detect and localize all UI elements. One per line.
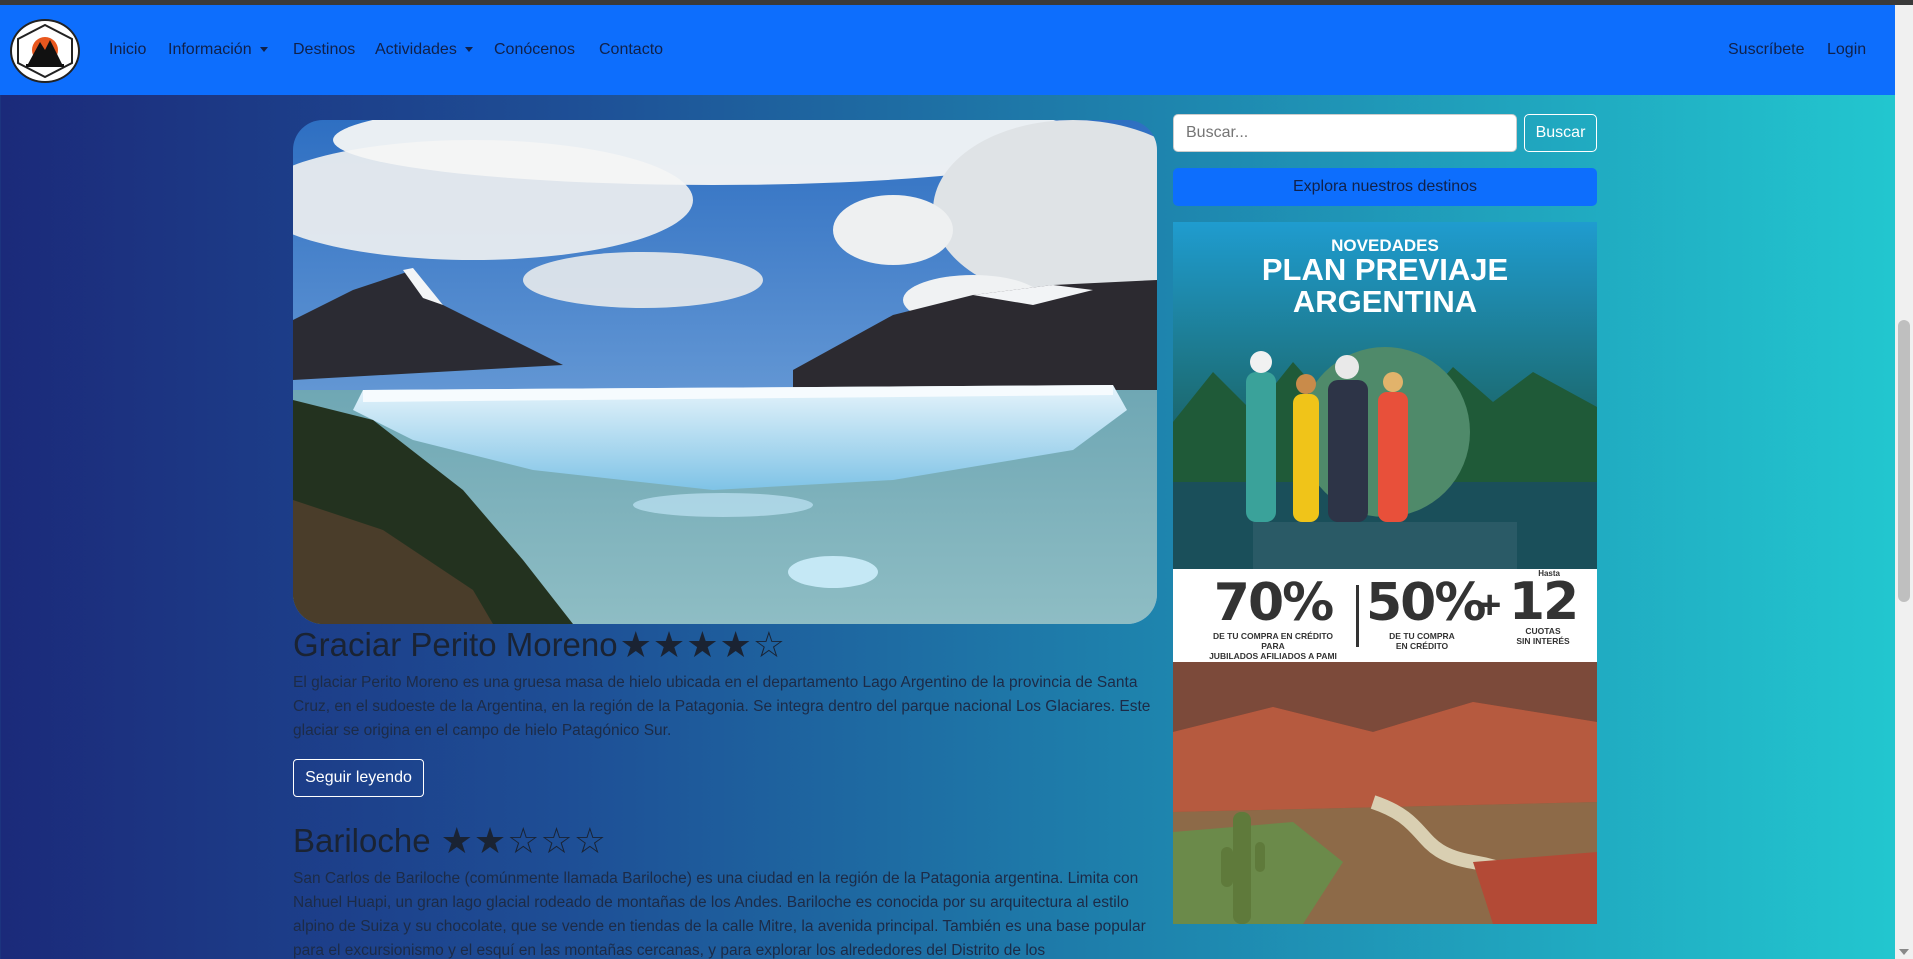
read-more-button[interactable]: Seguir leyendo	[293, 759, 424, 797]
nav-informacion[interactable]: Información	[168, 41, 268, 59]
nav-contacto[interactable]: Contacto	[599, 41, 663, 59]
offer-caption: DE TU COMPRA EN CRÉDITO PARA	[1213, 631, 1333, 651]
article-body: El glaciar Perito Moreno es una gruesa m…	[293, 674, 1151, 739]
site-logo[interactable]	[10, 19, 80, 83]
star-empty-icon: ☆	[573, 820, 606, 861]
offer-caption: JUBILADOS AFILIADOS A PAMI	[1209, 651, 1337, 661]
promo-banner[interactable]: NOVEDADES PLAN PREVIAJE ARGENTINA 70% DE…	[1173, 222, 1597, 924]
star-filled-icon: ★	[440, 820, 473, 861]
offer-value: 50%	[1366, 573, 1486, 633]
star-filled-icon: ★	[619, 624, 652, 665]
glacier-image	[293, 120, 1157, 624]
offer-plus: +	[1478, 583, 1502, 627]
rating-stars: ★ ★ ☆ ☆ ☆	[441, 823, 607, 859]
page-scrollbar[interactable]	[1895, 5, 1913, 959]
nav-login[interactable]: Login	[1827, 41, 1866, 59]
promo-title-line1: PLAN PREVIAJE	[1261, 252, 1509, 287]
article-title-text: Bariloche	[293, 822, 431, 859]
article-title-text: Graciar Perito Moreno	[293, 626, 618, 663]
star-filled-icon: ★	[719, 624, 752, 665]
nav-actividades[interactable]: Actividades	[375, 41, 473, 59]
star-empty-icon: ☆	[507, 820, 540, 861]
offer-divider	[1356, 585, 1359, 647]
scroll-down-icon[interactable]	[1899, 949, 1909, 955]
star-filled-icon: ★	[686, 624, 719, 665]
chevron-down-icon	[464, 47, 473, 53]
star-filled-icon: ★	[652, 624, 686, 665]
offer-caption: SIN INTERÉS	[1516, 636, 1570, 646]
mountain-logo-icon	[17, 23, 73, 79]
offer-12: Hasta 12 CUOTAS SIN INTERÉS	[1508, 569, 1579, 646]
nav-suscribete[interactable]: Suscríbete	[1728, 41, 1804, 59]
search-button[interactable]: Buscar	[1524, 114, 1597, 152]
article-title: Graciar Perito Moreno ★ ★ ★ ★ ☆	[293, 622, 786, 668]
star-empty-icon: ☆	[752, 624, 786, 665]
promo-title-line2: ARGENTINA	[1292, 284, 1478, 319]
article-body: San Carlos de Bariloche (comúnmente llam…	[293, 870, 1146, 959]
main-navbar: Inicio Información Destinos Actividades …	[0, 5, 1895, 95]
article-title: Bariloche ★ ★ ☆ ☆ ☆	[293, 818, 607, 864]
promo-photo-canyon	[1173, 662, 1597, 924]
nav-conocenos[interactable]: Conócenos	[494, 41, 575, 59]
explore-destinations-button[interactable]: Explora nuestros destinos	[1173, 168, 1597, 206]
offer-70: 70% DE TU COMPRA EN CRÉDITO PARA JUBILAD…	[1203, 575, 1343, 661]
rating-stars: ★ ★ ★ ★ ☆	[620, 627, 786, 663]
nav-destinos[interactable]: Destinos	[293, 41, 355, 59]
offer-value: 12	[1508, 572, 1579, 632]
offer-caption: EN CRÉDITO	[1395, 641, 1449, 651]
chevron-down-icon	[259, 47, 268, 53]
offer-value: 70%	[1213, 573, 1334, 633]
star-filled-icon: ★	[473, 820, 507, 861]
promo-photo-family: NOVEDADES PLAN PREVIAJE ARGENTINA	[1173, 222, 1597, 569]
scrollbar-thumb[interactable]	[1898, 320, 1910, 602]
nav-inicio[interactable]: Inicio	[109, 41, 146, 59]
nav-informacion-label: Información	[168, 41, 252, 58]
offer-50: 50% DE TU COMPRA EN CRÉDITO	[1366, 573, 1486, 651]
star-empty-icon: ☆	[540, 820, 573, 861]
nav-actividades-label: Actividades	[375, 41, 457, 58]
search-input[interactable]	[1173, 114, 1517, 152]
promo-offers: 70% DE TU COMPRA EN CRÉDITO PARA JUBILAD…	[1173, 569, 1597, 662]
